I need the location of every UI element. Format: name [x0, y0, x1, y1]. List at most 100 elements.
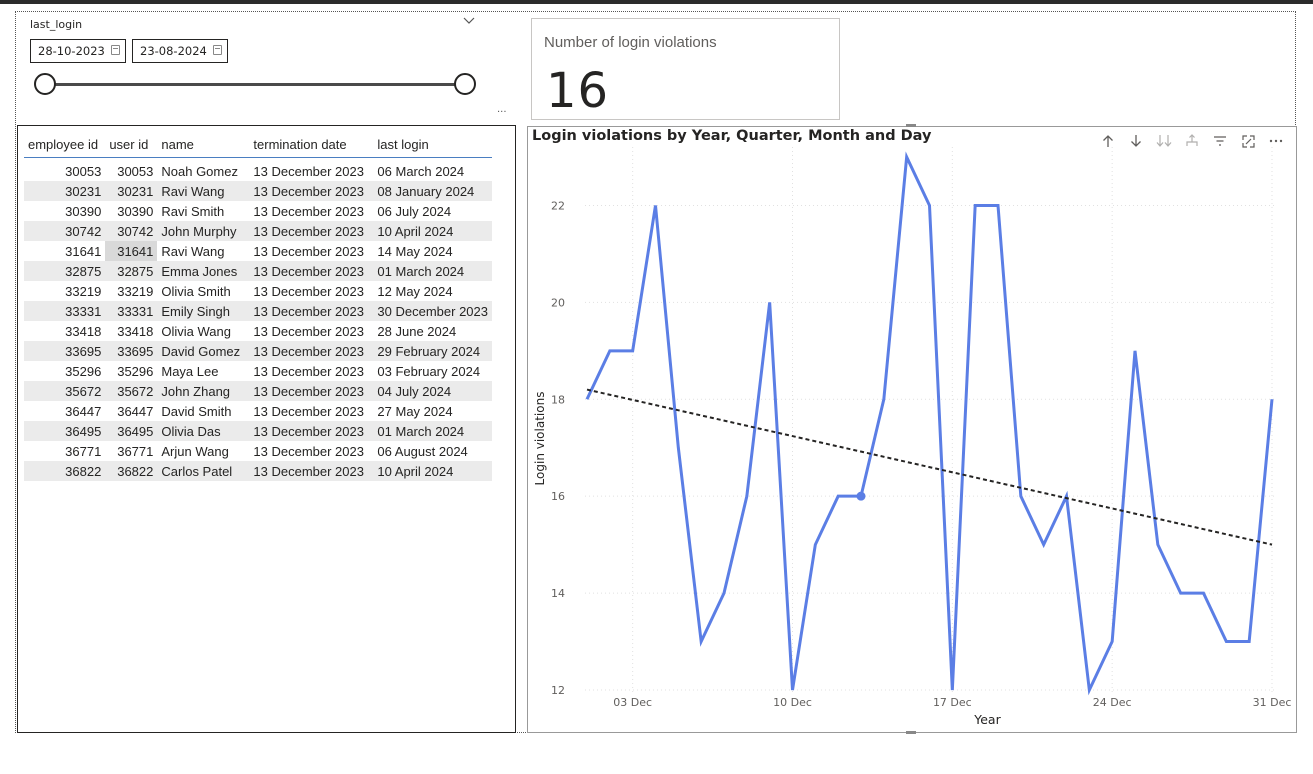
- slider-end-handle[interactable]: [454, 73, 476, 95]
- resize-grip-top[interactable]: [906, 124, 916, 127]
- table-row[interactable]: 35296 35296 Maya Lee 13 December 2023 03 Feb…: [24, 361, 492, 381]
- table-row[interactable]: 36447 36447 David Smith 13 December 2023 27 …: [24, 401, 492, 421]
- table-header-row: employee id user id name termination dat…: [24, 132, 492, 158]
- x-tick-label: 10 Dec: [773, 696, 812, 709]
- termination-date-cell: 13 December 2023: [253, 323, 364, 339]
- table-row[interactable]: 36822 36822 Carlos Patel 13 December 2023 10…: [24, 461, 492, 481]
- y-tick-label: 14: [551, 587, 565, 600]
- termination-date-cell: 13 December 2023: [253, 283, 364, 299]
- top-bar: [0, 0, 1313, 4]
- table-row[interactable]: 30053 30053 Noah Gomez 13 December 2023 06 M…: [24, 158, 492, 182]
- user-id-cell: 30053: [117, 163, 154, 179]
- termination-date-cell: 13 December 2023: [249, 461, 374, 481]
- employee-id-cell: 35672: [24, 381, 106, 401]
- termination-date-cell: 13 December 2023: [249, 181, 374, 201]
- line-chart-plot[interactable]: 12 14 16 18 20 22 03 Dec 10 Dec 17 Dec 24 Dec 31 D…: [528, 127, 1298, 734]
- table-row[interactable]: 32875 32875 Emma Jones 13 December 2023 01 M…: [24, 261, 492, 281]
- employee-id-cell: 36447: [65, 403, 102, 419]
- user-id-cell: 30231: [105, 181, 158, 201]
- chevron-down-icon[interactable]: [462, 14, 476, 28]
- user-id-cell: 33219: [117, 283, 154, 299]
- column-header-user-id[interactable]: user id: [105, 132, 158, 158]
- employee-id-cell: 36771: [65, 443, 102, 459]
- y-tick-label: 12: [551, 684, 565, 697]
- table-row[interactable]: 36771 36771 Arjun Wang 13 December 2023 06 A…: [24, 441, 492, 461]
- date-range-slider-track[interactable]: [46, 83, 464, 86]
- table-row[interactable]: 33331 33331 Emily Singh 13 December 2023 30 …: [24, 301, 492, 321]
- termination-date-cell: 13 December 2023: [249, 221, 374, 241]
- table-row[interactable]: 36495 36495 Olivia Das 13 December 2023 01 M…: [24, 421, 492, 441]
- line-chart-panel: Login violations by Year, Quarter, Month…: [527, 126, 1297, 733]
- x-tick-label: 24 Dec: [1093, 696, 1132, 709]
- name-cell: Carlos Patel: [157, 461, 250, 481]
- table-row[interactable]: 33219 33219 Olivia Smith 13 December 2023 12…: [24, 281, 492, 301]
- more-options-icon[interactable]: ...: [497, 104, 507, 115]
- table-row[interactable]: 35672 35672 John Zhang 13 December 2023 04 J…: [24, 381, 492, 401]
- termination-date-cell: 13 December 2023: [253, 403, 364, 419]
- x-axis-title: Year: [973, 712, 1001, 727]
- table-row[interactable]: 31641 31641 Ravi Wang 13 December 2023 14 Ma…: [24, 241, 492, 261]
- name-cell: Ravi Smith: [161, 203, 225, 219]
- user-id-cell: 36495: [105, 421, 158, 441]
- column-header-employee-id[interactable]: employee id: [24, 132, 106, 158]
- user-id-cell: 32875: [105, 261, 158, 281]
- termination-date-cell: 13 December 2023: [253, 443, 364, 459]
- employee-id-cell: 33331: [24, 301, 106, 321]
- user-id-cell: 33418: [117, 323, 154, 339]
- slider-start-handle[interactable]: [34, 73, 56, 95]
- name-cell: John Zhang: [157, 381, 250, 401]
- termination-date-cell: 13 December 2023: [253, 163, 364, 179]
- table-row[interactable]: 33418 33418 Olivia Wang 13 December 2023 28 …: [24, 321, 492, 341]
- last-login-cell: 10 April 2024: [373, 221, 492, 241]
- calendar-icon[interactable]: [111, 45, 120, 55]
- last-login-cell: 06 July 2024: [377, 203, 452, 219]
- user-id-cell: 35296: [117, 363, 154, 379]
- y-tick-label: 18: [551, 393, 565, 406]
- last-login-cell: 01 March 2024: [373, 261, 492, 281]
- kpi-card: Number of login violations 16: [531, 18, 840, 120]
- last-login-cell: 28 June 2024: [377, 323, 457, 339]
- termination-date-cell: 13 December 2023: [249, 261, 374, 281]
- employee-id-cell: 30053: [65, 163, 102, 179]
- termination-date-cell: 13 December 2023: [249, 381, 374, 401]
- employee-table-panel: employee id user id name termination dat…: [17, 125, 516, 733]
- start-date-value: 28-10-2023: [38, 44, 105, 58]
- column-header-last-login[interactable]: last login: [373, 132, 492, 158]
- last-login-cell: 10 April 2024: [373, 461, 492, 481]
- x-tick-label: 17 Dec: [933, 696, 972, 709]
- user-id-cell: 31641: [105, 241, 158, 261]
- user-id-cell: 33331: [105, 301, 158, 321]
- termination-date-cell: 13 December 2023: [249, 341, 374, 361]
- column-header-name[interactable]: name: [157, 132, 250, 158]
- last-login-cell: 04 July 2024: [373, 381, 492, 401]
- name-cell: Ravi Wang: [157, 181, 250, 201]
- name-cell: Emily Singh: [157, 301, 250, 321]
- last-login-cell: 27 May 2024: [377, 403, 453, 419]
- resize-grip-bottom[interactable]: [906, 731, 916, 734]
- employee-id-cell: 31641: [65, 243, 102, 259]
- employee-id-cell: 36495: [24, 421, 106, 441]
- column-header-termination-date[interactable]: termination date: [249, 132, 374, 158]
- name-cell: Arjun Wang: [161, 443, 229, 459]
- y-tick-label: 22: [551, 199, 565, 212]
- table-row[interactable]: 30231 30231 Ravi Wang 13 December 2023 08 Ja…: [24, 181, 492, 201]
- name-cell: Olivia Wang: [161, 323, 231, 339]
- employee-id-cell: 30742: [24, 221, 106, 241]
- start-date-input[interactable]: 28-10-2023: [30, 39, 126, 63]
- last-login-cell: 29 February 2024: [373, 341, 492, 361]
- trend-line: [586, 388, 1273, 546]
- table-row[interactable]: 30742 30742 John Murphy 13 December 2023 10 …: [24, 221, 492, 241]
- name-cell: John Murphy: [157, 221, 250, 241]
- employee-id-cell: 33219: [65, 283, 102, 299]
- calendar-icon[interactable]: [213, 45, 222, 55]
- termination-date-cell: 13 December 2023: [249, 301, 374, 321]
- table-row[interactable]: 33695 33695 David Gomez 13 December 2023 29 …: [24, 341, 492, 361]
- employee-id-cell: 32875: [24, 261, 106, 281]
- highlighted-data-point: [856, 491, 866, 501]
- name-cell: David Gomez: [157, 341, 250, 361]
- end-date-input[interactable]: 23-08-2024: [132, 39, 228, 63]
- table-row[interactable]: 30390 30390 Ravi Smith 13 December 2023 06 J…: [24, 201, 492, 221]
- last-login-cell: 12 May 2024: [377, 283, 453, 299]
- user-id-cell: 36771: [117, 443, 154, 459]
- y-tick-label: 16: [551, 490, 565, 503]
